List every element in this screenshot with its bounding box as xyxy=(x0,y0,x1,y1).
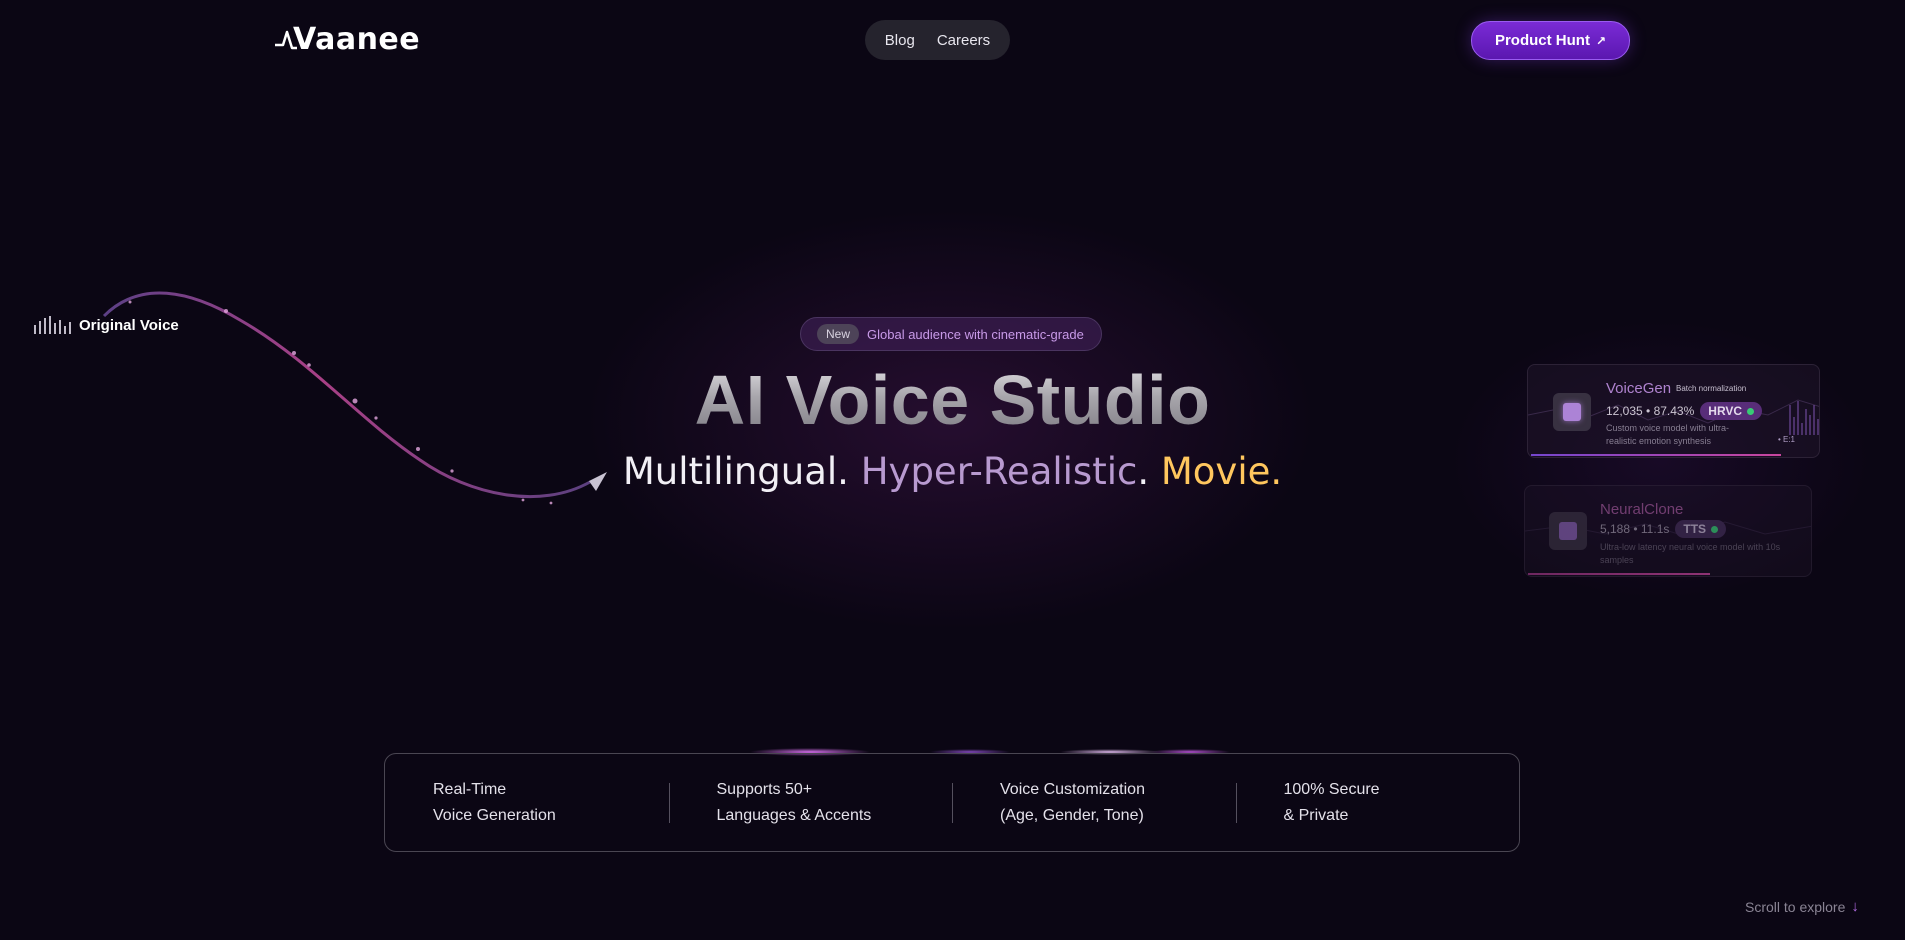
nav-item-careers[interactable]: Careers xyxy=(937,32,990,49)
voice-model-card[interactable]: VoiceGen Batch normalization 12,035 • 87… xyxy=(1527,364,1820,458)
arrow-up-right-icon: ↗ xyxy=(1595,33,1607,48)
status-dot-icon xyxy=(1747,407,1755,415)
feature-line-1: Supports 50+ xyxy=(716,780,813,798)
original-voice-label: Original Voice xyxy=(34,316,179,334)
subtitle-multilingual: Multilingual. xyxy=(622,450,849,493)
feature-line-1: Voice Customization xyxy=(1000,780,1145,798)
card-progress-bar xyxy=(1531,454,1781,456)
feature-line-2: Languages & Accents xyxy=(716,806,872,824)
logo-text: Vaanee xyxy=(293,22,421,57)
logo[interactable]: Vaanee xyxy=(275,22,420,57)
card-stats: 12,035 • 87.43% HRVC xyxy=(1606,402,1763,420)
card-pill-label: TTS xyxy=(1683,522,1707,536)
scroll-label: Scroll to explore xyxy=(1745,898,1846,915)
card-pill-label: HRVC xyxy=(1708,404,1743,418)
waveform-icon xyxy=(34,316,71,334)
subtitle-dot: . xyxy=(1137,450,1150,493)
status-dot-icon xyxy=(1711,525,1719,533)
feature-item: Voice Customization (Age, Gender, Tone) xyxy=(952,754,1236,851)
card-corner-label: • E:1 xyxy=(1777,435,1795,444)
features-bar: Real-Time Voice Generation Supports 50+ La… xyxy=(384,753,1520,852)
subtitle-hyper-realistic: Hyper-Realistic xyxy=(860,450,1138,493)
voice-model-card[interactable]: NeuralClone 5,188 • 11.1s TTS Ultra-low … xyxy=(1524,485,1812,577)
feature-line-2: (Age, Gender, Tone) xyxy=(1000,806,1144,824)
feature-line-2: Voice Generation xyxy=(433,806,556,824)
subtitle-movie: Movie. xyxy=(1160,450,1283,493)
model-icon xyxy=(1553,393,1591,431)
card-stats: 5,188 • 11.1s TTS xyxy=(1600,520,1727,538)
card-title: NeuralClone xyxy=(1600,501,1684,518)
feature-line-1: 100% Secure xyxy=(1283,780,1380,798)
new-badge: New xyxy=(817,324,860,344)
card-tag: Batch normalization xyxy=(1676,384,1747,393)
product-hunt-button[interactable]: Product Hunt ↗ xyxy=(1471,21,1630,60)
card-pill: HRVC xyxy=(1700,402,1763,420)
card-progress-bar xyxy=(1528,573,1710,575)
scroll-to-explore[interactable]: Scroll to explore ↓ xyxy=(1745,898,1859,915)
card-title: VoiceGen xyxy=(1606,380,1672,397)
card-description: Custom voice model with ultra-realistic … xyxy=(1606,423,1730,446)
product-hunt-label: Product Hunt xyxy=(1494,32,1590,49)
card-pill: TTS xyxy=(1675,520,1727,538)
arrow-down-icon: ↓ xyxy=(1851,898,1859,915)
top-nav: Blog Careers xyxy=(865,20,1010,60)
card-description: Ultra-low latency neural voice model wit… xyxy=(1600,542,1781,565)
feature-item: Real-Time Voice Generation xyxy=(385,754,669,851)
original-voice-text: Original Voice xyxy=(79,316,179,334)
nav-item-blog[interactable]: Blog xyxy=(885,32,915,49)
announcement-badge[interactable]: New Global audience with cinematic-grade xyxy=(800,317,1102,351)
model-icon xyxy=(1549,512,1587,550)
feature-item: 100% Secure & Private xyxy=(1235,754,1520,851)
badge-text: Global audience with cinematic-grade xyxy=(867,326,1084,342)
card-stats-text: 12,035 • 87.43% xyxy=(1606,404,1695,418)
card-stats-text: 5,188 • 11.1s xyxy=(1600,522,1670,536)
feature-line-2: & Private xyxy=(1283,806,1349,824)
feature-line-1: Real-Time xyxy=(433,780,507,798)
feature-item: Supports 50+ Languages & Accents xyxy=(668,754,953,851)
